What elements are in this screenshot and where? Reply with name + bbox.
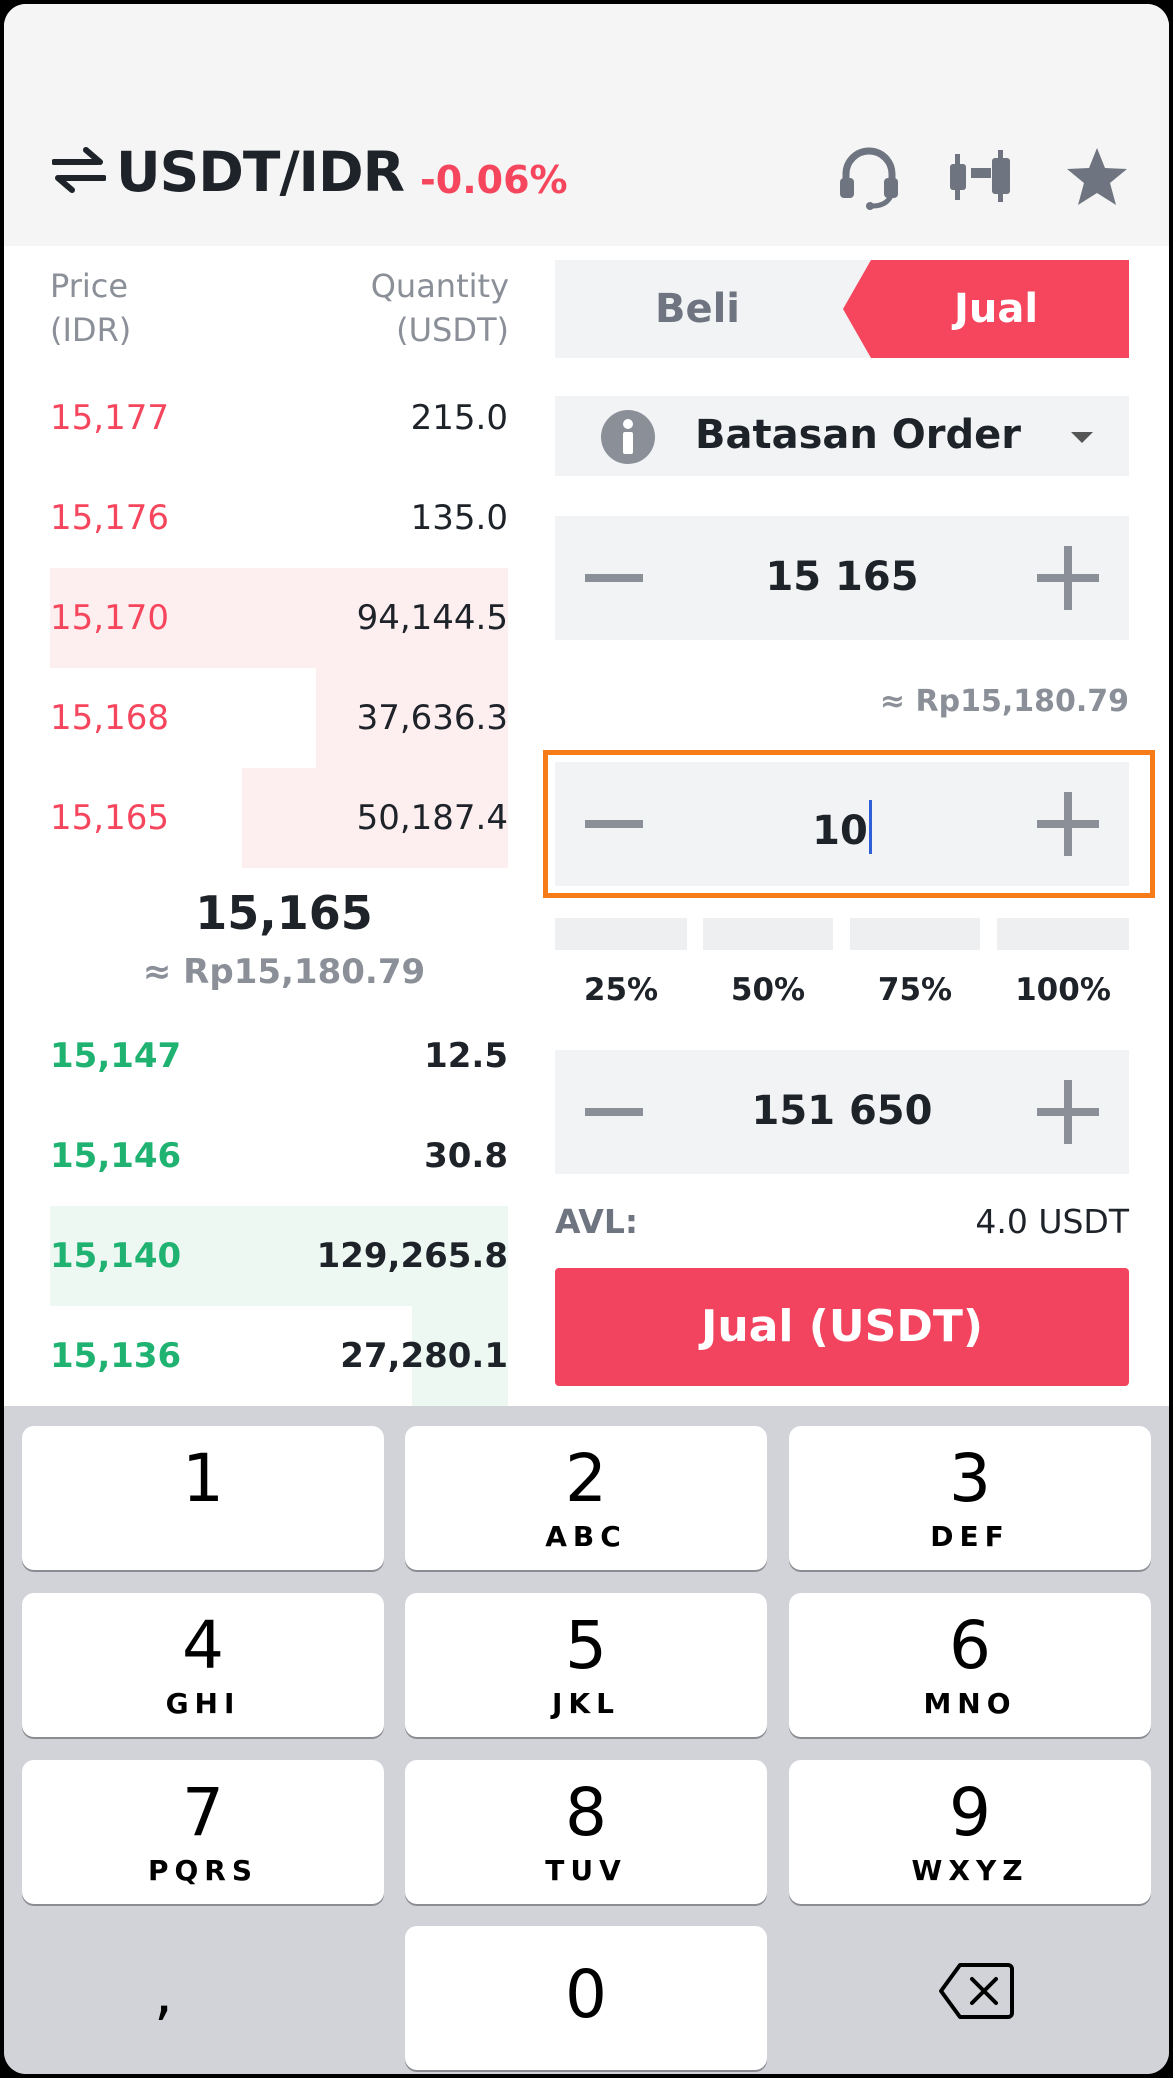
percent-100[interactable]: 100% bbox=[997, 972, 1129, 1008]
key-letters: JKL bbox=[552, 1687, 620, 1720]
last-price-fiat: ≈ Rp15,180.79 bbox=[142, 952, 426, 992]
row-quantity: 94,144.5 bbox=[356, 598, 508, 638]
key-letters: TUV bbox=[545, 1854, 627, 1887]
row-price: 15,146 bbox=[50, 1136, 182, 1176]
percent-bar[interactable] bbox=[850, 918, 980, 950]
plus-icon[interactable] bbox=[1037, 546, 1099, 610]
key-digit: 4 bbox=[182, 1607, 224, 1684]
order-type-select[interactable]: Batasan Order bbox=[555, 396, 1129, 476]
percent-bar[interactable] bbox=[997, 918, 1129, 950]
backspace-icon[interactable] bbox=[938, 1962, 1014, 2020]
row-quantity: 37,636.3 bbox=[356, 698, 508, 738]
numeric-keyboard: 1 2 ABC 3 DEF 4 GHI 5 JKL 6 MNO 7 PQRS 8 TUV 9 WXYZ 0 , bbox=[4, 1406, 1169, 2074]
ask-row[interactable]: 15,168 37,636.3 bbox=[50, 668, 508, 768]
percent-bar[interactable] bbox=[703, 918, 833, 950]
star-icon[interactable] bbox=[1064, 144, 1130, 210]
bid-row[interactable]: 15,146 30.8 bbox=[50, 1106, 508, 1206]
row-quantity: 50,187.4 bbox=[356, 798, 508, 838]
key-6[interactable]: 6 MNO bbox=[789, 1593, 1151, 1737]
order-type-label: Batasan Order bbox=[695, 412, 1022, 458]
key-8[interactable]: 8 TUV bbox=[405, 1760, 767, 1904]
row-price: 15,140 bbox=[50, 1236, 182, 1276]
key-4[interactable]: 4 GHI bbox=[22, 1593, 384, 1737]
side-tabs: Beli Jual bbox=[555, 260, 1129, 358]
plus-icon[interactable] bbox=[1037, 1080, 1099, 1144]
row-quantity: 129,265.8 bbox=[316, 1236, 508, 1276]
ask-row[interactable]: 15,170 94,144.5 bbox=[50, 568, 508, 668]
ask-row[interactable]: 15,177 215.0 bbox=[50, 368, 508, 468]
key-2[interactable]: 2 ABC bbox=[405, 1426, 767, 1570]
swap-icon[interactable] bbox=[52, 146, 106, 194]
percent-bar[interactable] bbox=[555, 918, 687, 950]
row-price: 15,176 bbox=[50, 498, 169, 538]
row-quantity: 135.0 bbox=[410, 498, 508, 538]
key-1[interactable]: 1 bbox=[22, 1426, 384, 1570]
row-price: 15,168 bbox=[50, 698, 169, 738]
key-5[interactable]: 5 JKL bbox=[405, 1593, 767, 1737]
bid-row[interactable]: 15,147 12.5 bbox=[50, 1006, 508, 1106]
bid-row[interactable]: 15,140 129,265.8 bbox=[50, 1206, 508, 1306]
key-0[interactable]: 0 bbox=[405, 1926, 767, 2070]
plus-icon[interactable] bbox=[1037, 792, 1099, 856]
available-label: AVL: bbox=[555, 1202, 639, 1241]
app-screen: USDT/IDR -0.06% Price (IDR) Quantity (US… bbox=[4, 4, 1169, 2074]
key-letters: MNO bbox=[923, 1687, 1017, 1720]
amount-stepper[interactable]: 10 bbox=[555, 762, 1129, 886]
percent-50[interactable]: 50% bbox=[703, 972, 833, 1008]
key-digit: 5 bbox=[565, 1607, 607, 1684]
key-digit: 6 bbox=[949, 1607, 991, 1684]
price-change: -0.06% bbox=[420, 158, 568, 202]
ask-row[interactable]: 15,165 50,187.4 bbox=[50, 768, 508, 868]
key-digit: 1 bbox=[182, 1440, 224, 1517]
sell-button[interactable]: Jual (USDT) bbox=[555, 1268, 1129, 1386]
order-form: Beli Jual Batasan Order 15 165 ≈ Rp15,18… bbox=[509, 246, 1169, 1406]
info-icon[interactable] bbox=[601, 410, 655, 464]
quantity-column-header: Quantity (USDT) bbox=[370, 267, 509, 349]
row-price: 15,177 bbox=[50, 398, 169, 438]
total-stepper[interactable]: 151 650 bbox=[555, 1050, 1129, 1174]
tab-buy[interactable]: Beli bbox=[555, 260, 840, 358]
key-digit: 7 bbox=[182, 1774, 224, 1851]
row-quantity: 27,280.1 bbox=[340, 1336, 508, 1376]
pair-header: USDT/IDR -0.06% bbox=[4, 4, 1169, 246]
key-digit: 8 bbox=[565, 1774, 607, 1851]
key-comma[interactable]: , bbox=[154, 1958, 173, 2028]
row-quantity: 30.8 bbox=[424, 1136, 508, 1176]
text-cursor bbox=[868, 800, 872, 854]
price-fiat-approx: ≈ Rp15,180.79 bbox=[879, 684, 1129, 719]
percent-75[interactable]: 75% bbox=[850, 972, 980, 1008]
row-price: 15,136 bbox=[50, 1336, 182, 1376]
price-stepper[interactable]: 15 165 bbox=[555, 516, 1129, 640]
headset-icon[interactable] bbox=[836, 144, 902, 210]
key-digit: 2 bbox=[565, 1440, 607, 1517]
row-price: 15,147 bbox=[50, 1036, 182, 1076]
bid-row[interactable]: 15,136 27,280.1 bbox=[50, 1306, 508, 1406]
available-balance: 4.0 USDT bbox=[975, 1202, 1129, 1241]
row-price: 15,170 bbox=[50, 598, 169, 638]
key-7[interactable]: 7 PQRS bbox=[22, 1760, 384, 1904]
key-3[interactable]: 3 DEF bbox=[789, 1426, 1151, 1570]
tab-sell[interactable]: Jual bbox=[843, 260, 1129, 358]
ask-row[interactable]: 15,176 135.0 bbox=[50, 468, 508, 568]
pair-title[interactable]: USDT/IDR bbox=[116, 140, 405, 204]
last-price: 15,165 bbox=[195, 886, 373, 940]
key-9[interactable]: 9 WXYZ bbox=[789, 1760, 1151, 1904]
key-digit: 9 bbox=[949, 1774, 991, 1851]
key-letters: PQRS bbox=[147, 1854, 259, 1887]
caret-down-icon bbox=[1071, 432, 1093, 443]
key-digit: 3 bbox=[949, 1440, 991, 1517]
row-quantity: 215.0 bbox=[410, 398, 508, 438]
key-letters: WXYZ bbox=[911, 1854, 1029, 1887]
order-book: Price (IDR) Quantity (USDT) 15,177 215.0 1… bbox=[4, 246, 509, 1406]
row-price: 15,165 bbox=[50, 798, 169, 838]
percent-25[interactable]: 25% bbox=[555, 972, 687, 1008]
price-column-header: Price (IDR) bbox=[50, 267, 132, 349]
key-letters: GHI bbox=[165, 1687, 241, 1720]
row-quantity: 12.5 bbox=[424, 1036, 508, 1076]
key-letters: ABC bbox=[545, 1520, 627, 1553]
candlestick-icon[interactable] bbox=[948, 144, 1014, 210]
key-letters: DEF bbox=[930, 1520, 1010, 1553]
